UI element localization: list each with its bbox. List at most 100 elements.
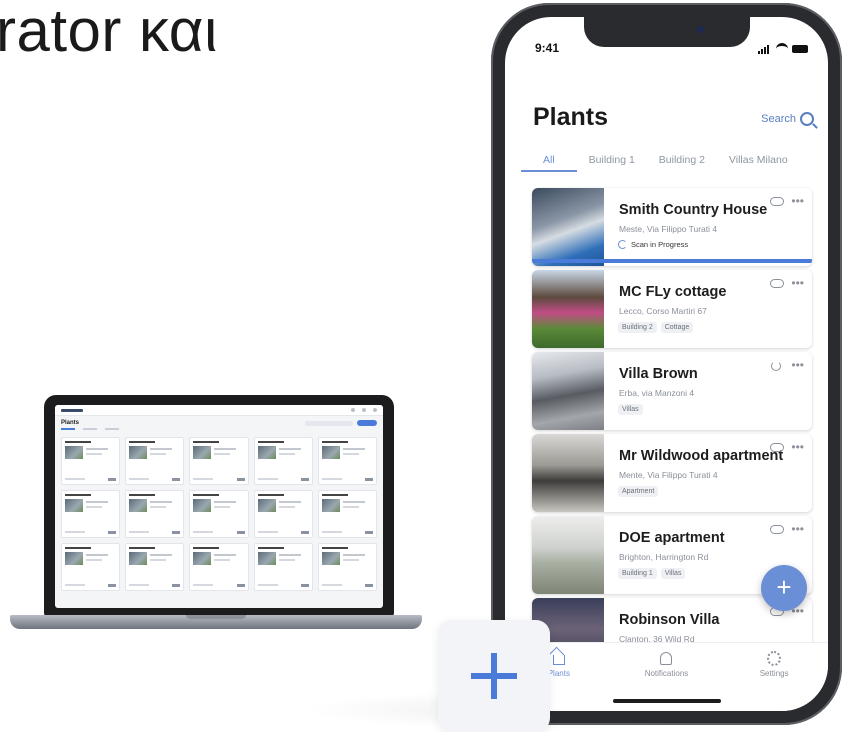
plant-card[interactable]: Smith Country House Meste, Via Filippo Tu… [532, 188, 812, 266]
laptop-tab[interactable] [105, 428, 119, 430]
plant-address: Mente, Via Filippo Turati 4 [619, 470, 718, 480]
laptop-plant-card[interactable] [61, 543, 121, 591]
plant-card[interactable]: Mr Wildwood apartment Mente, Via Filippo … [532, 434, 812, 512]
more-options-icon[interactable]: ••• [791, 358, 804, 372]
topbar-icon[interactable] [362, 408, 366, 412]
logo [61, 408, 83, 412]
laptop-plant-card[interactable] [61, 437, 121, 485]
laptop-plant-card[interactable] [125, 437, 185, 485]
topbar-icon[interactable] [351, 408, 355, 412]
laptop-plant-card[interactable] [125, 543, 185, 591]
cloud-icon [770, 443, 784, 452]
plant-card[interactable]: Villa Brown Erba, via Manzoni 4 Villas ••• [532, 352, 812, 430]
nav-label: Plants [547, 669, 570, 678]
more-options-icon[interactable]: ••• [791, 194, 804, 208]
wifi-icon [776, 43, 788, 55]
page-title: Plants [533, 103, 609, 131]
add-plant-button[interactable]: + [761, 565, 807, 611]
status-text: Scan in Progress [631, 240, 689, 249]
plant-card[interactable]: MC FLy cottage Lecco, Corso Martiri 67 Bui… [532, 270, 812, 348]
spinner-icon [618, 240, 627, 249]
laptop-search-input[interactable] [305, 420, 353, 426]
home-indicator [613, 699, 721, 703]
laptop-tab[interactable] [61, 428, 75, 430]
signal-icon [758, 44, 772, 54]
scan-progress-bar [532, 259, 812, 263]
search-label: Search [761, 113, 796, 125]
phone-screen: 9:41 Plants Search All Building 1 Building… [505, 17, 828, 711]
laptop-plant-card[interactable] [317, 490, 377, 538]
camera-dot [697, 26, 704, 33]
plant-name: Robinson Villa [619, 612, 720, 628]
laptop-notch [186, 615, 246, 619]
nav-label: Notifications [644, 669, 689, 678]
phone-mockup: 9:41 Plants Search All Building 1 Building… [491, 3, 842, 725]
cloud-icon [770, 525, 784, 534]
plant-tag: Building 1 [618, 568, 657, 579]
plant-thumbnail [532, 270, 604, 348]
home-icon [552, 651, 566, 665]
plant-thumbnail [532, 434, 604, 512]
plant-name: Villa Brown [619, 366, 698, 382]
tab-building-2[interactable]: Building 2 [647, 150, 717, 170]
more-options-icon[interactable]: ••• [791, 440, 804, 454]
plant-tag: Villas [660, 568, 686, 579]
plant-tags: Building 1 Villas [618, 568, 686, 579]
plant-thumbnail [532, 352, 604, 430]
plant-name: Smith Country House [619, 202, 768, 218]
tab-all[interactable]: All [521, 150, 577, 172]
nav-settings[interactable]: Settings [734, 650, 814, 711]
plant-address: Meste, Via Filippo Turati 4 [619, 224, 718, 234]
laptop-topbar [55, 405, 383, 416]
plant-name: DOE apartment [619, 530, 725, 546]
laptop-lid: Plants [44, 395, 394, 617]
laptop-add-button[interactable] [357, 420, 377, 426]
plant-tag: Building 2 [618, 322, 657, 333]
laptop-screen: Plants [55, 405, 383, 608]
gear-icon [767, 650, 782, 666]
laptop-title-text: Plants [61, 420, 80, 426]
plant-tag: Cottage [660, 322, 694, 333]
scan-status: Scan in Progress [618, 240, 688, 249]
tab-building-1[interactable]: Building 1 [577, 150, 647, 170]
plant-tag: Villas [618, 404, 643, 415]
plant-address: Brighton, Harrington Rd [619, 552, 709, 562]
laptop-plant-card[interactable] [253, 543, 313, 591]
plant-address: Erba, via Manzoni 4 [619, 388, 695, 398]
laptop-plant-card[interactable] [189, 543, 249, 591]
laptop-plant-card[interactable] [189, 437, 249, 485]
plant-name: Mr Wildwood apartment [619, 448, 784, 464]
plant-tags: Villas [618, 404, 643, 415]
laptop-plant-card[interactable] [61, 490, 121, 538]
tab-villas-milano[interactable]: Villas Milano [717, 150, 800, 170]
cloud-icon [770, 197, 784, 206]
laptop-plant-card[interactable] [317, 437, 377, 485]
add-tile[interactable] [438, 620, 550, 732]
laptop-plant-card[interactable] [317, 543, 377, 591]
topbar-icon[interactable] [373, 408, 377, 412]
phone-notch [584, 17, 750, 47]
cloud-icon [770, 279, 784, 288]
plant-name: MC FLy cottage [619, 284, 727, 300]
laptop-plant-card[interactable] [253, 437, 313, 485]
laptop-plant-card[interactable] [253, 490, 313, 538]
laptop-tab[interactable] [83, 428, 97, 430]
bell-icon [659, 651, 673, 665]
filter-tabs: All Building 1 Building 2 Villas Milano [521, 150, 828, 172]
plant-thumbnail [532, 516, 604, 594]
laptop-plant-card[interactable] [125, 490, 185, 538]
laptop-page-title: Plants [55, 416, 383, 428]
plant-address: Lecco, Corso Martiri 67 [619, 306, 707, 316]
nav-label: Settings [759, 669, 789, 678]
battery-icon [792, 45, 808, 53]
plant-tags: Building 2 Cottage [618, 322, 694, 333]
headline-text: rator και [0, 0, 218, 64]
plus-icon [471, 653, 517, 699]
search-button[interactable]: Search [761, 112, 814, 126]
more-options-icon[interactable]: ••• [791, 276, 804, 290]
laptop-plant-card[interactable] [189, 490, 249, 538]
status-icons [758, 43, 808, 55]
refresh-icon [771, 361, 781, 371]
more-options-icon[interactable]: ••• [791, 522, 804, 536]
laptop-plant-grid [55, 433, 383, 595]
